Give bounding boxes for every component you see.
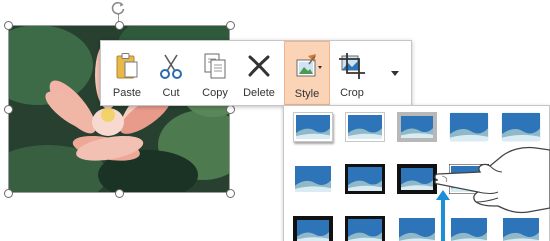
copy-label: Copy	[202, 87, 228, 99]
crop-label: Crop	[340, 87, 364, 99]
style-thumbnail-r3-c2[interactable]	[345, 216, 385, 241]
paste-button[interactable]: Paste	[105, 41, 149, 105]
style-thumbnail-r2-c1[interactable]	[293, 164, 333, 194]
style-thumbnail-r1-c1[interactable]	[293, 112, 333, 142]
clipboard-icon	[112, 51, 142, 81]
more-options-button[interactable]	[385, 41, 407, 105]
resize-handle-top[interactable]	[115, 21, 124, 30]
copy-icon	[200, 51, 230, 81]
resize-handle-right[interactable]	[226, 105, 235, 114]
copy-button[interactable]: Copy	[193, 41, 237, 105]
cut-label: Cut	[162, 87, 180, 99]
delete-button[interactable]: Delete	[237, 41, 281, 105]
picture-style-icon	[292, 52, 322, 82]
slide-canvas: Paste Cut Copy Delete Style Crop	[0, 0, 550, 241]
resize-handle-top-right[interactable]	[226, 21, 235, 30]
style-thumbnail-r1-c2[interactable]	[345, 112, 385, 142]
style-thumbnail-r3-c4[interactable]	[449, 216, 489, 241]
style-thumbnail-r3-c5[interactable]	[501, 216, 541, 241]
rotate-handle-icon[interactable]	[110, 0, 126, 16]
crop-icon	[337, 51, 367, 81]
resize-handle-bottom-left[interactable]	[4, 189, 13, 198]
chevron-down-icon	[391, 71, 399, 76]
scissors-icon	[156, 51, 186, 81]
style-thumbnail-r3-c3[interactable]	[397, 216, 437, 241]
style-thumbnail-r3-c1[interactable]	[293, 216, 333, 241]
style-thumbnail-r1-c3[interactable]	[397, 112, 437, 142]
resize-handle-bottom[interactable]	[115, 189, 124, 198]
paste-label: Paste	[112, 87, 142, 99]
resize-handle-top-left[interactable]	[4, 21, 13, 30]
style-label: Style	[294, 88, 320, 100]
style-thumbnail-r2-c2[interactable]	[345, 164, 385, 194]
resize-handle-bottom-right[interactable]	[226, 189, 235, 198]
style-button[interactable]: Style	[284, 41, 330, 105]
delete-x-icon	[244, 51, 274, 81]
cut-button[interactable]: Cut	[149, 41, 193, 105]
crop-button[interactable]: Crop	[330, 41, 374, 105]
delete-label: Delete	[243, 87, 275, 99]
up-arrow-icon	[436, 190, 450, 241]
resize-handle-left[interactable]	[4, 105, 13, 114]
style-thumbnail-r2-c3[interactable]	[397, 164, 437, 194]
mini-toolbar: Paste Cut Copy Delete Style Crop	[100, 40, 412, 106]
